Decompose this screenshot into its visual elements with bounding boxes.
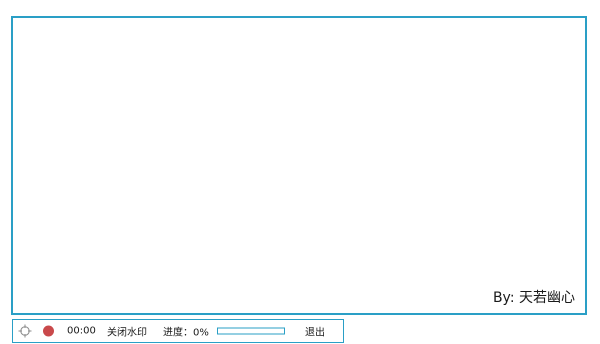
close-watermark-button[interactable]: 关闭水印 [107, 324, 147, 339]
progress-label: 进度：0% [163, 327, 209, 339]
watermark-text: By: 天若幽心 [492, 290, 575, 306]
recording-timer: 00:00 [67, 325, 96, 337]
crosshair-icon[interactable] [18, 324, 32, 338]
record-button[interactable] [43, 325, 54, 337]
exit-button[interactable]: 退出 [305, 324, 325, 339]
progress-bar [217, 327, 285, 335]
capture-area[interactable]: By: 天若幽心 [11, 16, 587, 315]
recorder-toolbar: 00:00 关闭水印 进度：0% 退出 [12, 319, 344, 343]
